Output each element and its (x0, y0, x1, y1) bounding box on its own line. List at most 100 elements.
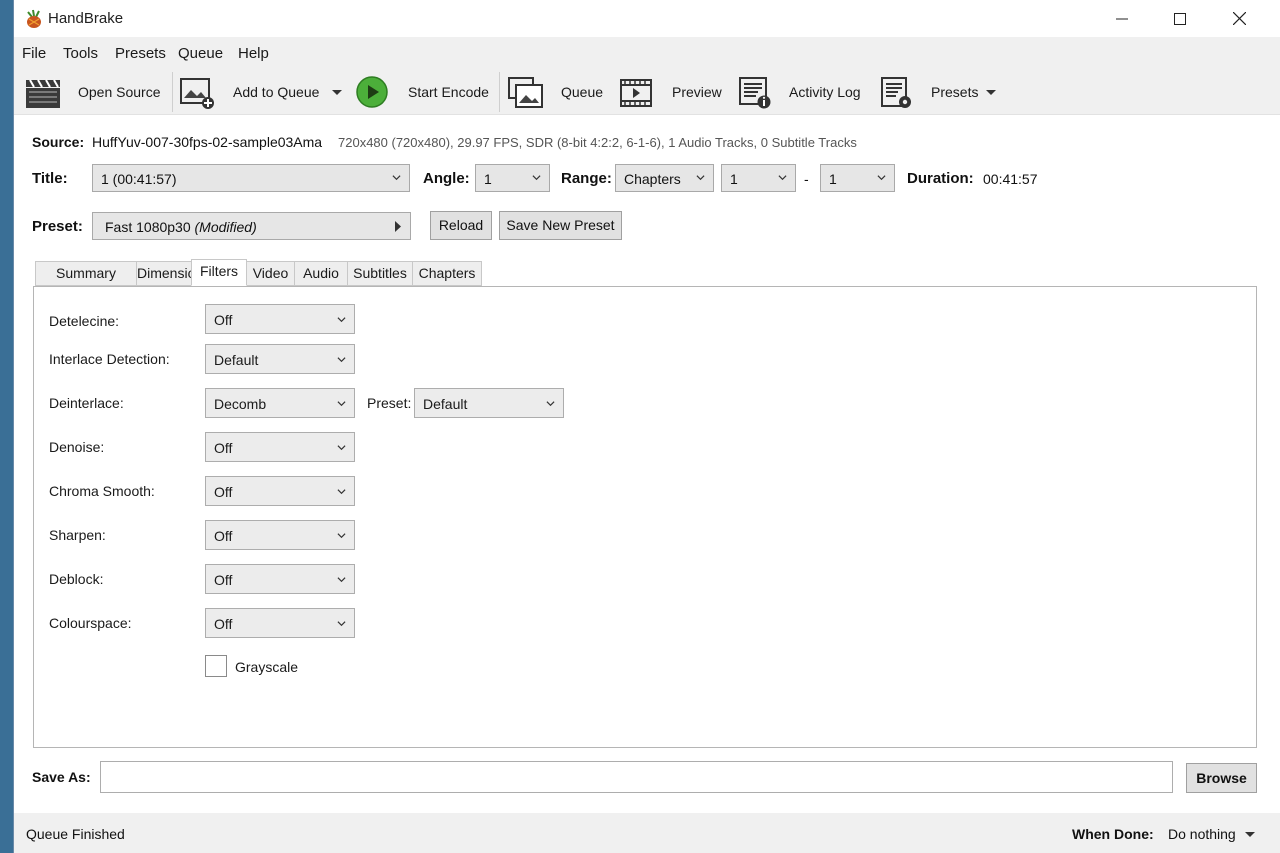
chevron-down-icon (332, 90, 342, 95)
sharpen-value: Off (214, 528, 233, 544)
detelecine-label: Detelecine: (49, 313, 120, 329)
source-name: HuffYuv-007-30fps-02-sample03Ama (92, 134, 323, 150)
menu-presets[interactable]: Presets (115, 45, 166, 62)
add-to-queue-label: Add to Queue (233, 84, 320, 100)
chevron-down-icon (986, 90, 996, 95)
desktop-background (0, 0, 13, 853)
range-start-select[interactable]: 1 (721, 164, 796, 192)
tab-dimensions[interactable]: Dimensions (136, 261, 210, 286)
minimize-button[interactable] (1093, 0, 1151, 37)
save-as-label: Save As: (32, 769, 91, 785)
duration-value: 00:41:57 (983, 171, 1038, 187)
sharpen-select[interactable]: Off (205, 520, 355, 550)
colourspace-select[interactable]: Off (205, 608, 355, 638)
grayscale-checkbox[interactable] (205, 655, 227, 677)
chevron-down-icon (337, 401, 346, 407)
range-dash: - (804, 171, 809, 187)
chevron-down-icon (337, 317, 346, 323)
tab-summary[interactable]: Summary (35, 261, 137, 286)
reload-button[interactable]: Reload (430, 211, 492, 240)
presets-label: Presets (931, 84, 979, 100)
queue-label: Queue (561, 84, 604, 100)
denoise-label: Denoise: (49, 439, 105, 455)
colourspace-value: Off (214, 616, 233, 632)
chevron-down-icon (392, 175, 401, 181)
interlace-detection-label: Interlace Detection: (49, 351, 170, 367)
film-preview-icon (620, 79, 652, 107)
sharpen-label: Sharpen: (49, 527, 106, 543)
menu-queue[interactable]: Queue (178, 45, 223, 62)
tab-audio[interactable]: Audio (294, 261, 348, 286)
range-end-select[interactable]: 1 (820, 164, 895, 192)
colourspace-label: Colourspace: (49, 615, 132, 631)
handbrake-window: HandBrake File Tools Presets Queue Help … (13, 0, 1280, 853)
maximize-icon (1174, 12, 1186, 25)
toolbar-separator (172, 72, 173, 112)
detelecine-select[interactable]: Off (205, 304, 355, 334)
deblock-select[interactable]: Off (205, 564, 355, 594)
preset-label: Preset: (32, 218, 83, 235)
chroma-smooth-value: Off (214, 484, 233, 500)
detelecine-value: Off (214, 312, 233, 328)
tab-subtitles[interactable]: Subtitles (347, 261, 413, 286)
menu-file[interactable]: File (22, 45, 46, 62)
chevron-down-icon (337, 357, 346, 363)
play-icon (356, 76, 388, 108)
title-bar: HandBrake (14, 0, 1280, 37)
deblock-label: Deblock: (49, 571, 104, 587)
deinterlace-preset-value: Default (423, 396, 468, 412)
interlace-detection-select[interactable]: Default (205, 344, 355, 374)
status-text: Queue Finished (26, 826, 125, 842)
save-new-preset-button[interactable]: Save New Preset (499, 211, 622, 240)
angle-select[interactable]: 1 (475, 164, 550, 192)
when-done-value: Do nothing (1168, 826, 1236, 842)
interlace-detection-value: Default (214, 352, 259, 368)
deinterlace-label: Deinterlace: (49, 395, 124, 411)
deinterlace-preset-select[interactable]: Default (414, 388, 564, 418)
menu-tools[interactable]: Tools (63, 45, 98, 62)
chroma-smooth-label: Chroma Smooth: (49, 483, 155, 499)
chevron-down-icon (696, 175, 705, 181)
add-image-icon (180, 78, 214, 109)
window-title: HandBrake (48, 10, 124, 27)
chevron-down-icon (337, 489, 346, 495)
deinterlace-preset-label: Preset: (367, 395, 412, 411)
title-select-value: 1 (00:41:57) (101, 171, 177, 187)
chevron-down-icon (877, 175, 886, 181)
chevron-down-icon (1245, 832, 1255, 837)
chevron-down-icon (532, 175, 541, 181)
chevron-down-icon (778, 175, 787, 181)
tab-video[interactable]: Video (246, 261, 295, 286)
activity-log-label: Activity Log (789, 84, 861, 100)
range-start-value: 1 (730, 171, 738, 187)
close-button[interactable] (1210, 0, 1268, 37)
clapperboard-icon (26, 79, 60, 108)
tab-chapters[interactable]: Chapters (412, 261, 482, 286)
range-end-value: 1 (829, 171, 837, 187)
chevron-down-icon (337, 621, 346, 627)
denoise-value: Off (214, 440, 233, 456)
deinterlace-select[interactable]: Decomb (205, 388, 355, 418)
menu-bar: File Tools Presets Queue Help (14, 37, 1280, 70)
chevron-down-icon (546, 401, 555, 407)
status-bar: Queue Finished When Done: Do nothing (14, 813, 1280, 853)
browse-button[interactable]: Browse (1186, 763, 1257, 793)
save-as-input[interactable] (100, 761, 1173, 793)
range-label: Range: (561, 170, 612, 187)
chroma-smooth-select[interactable]: Off (205, 476, 355, 506)
source-label: Source: (32, 134, 85, 150)
grayscale-label: Grayscale (235, 659, 299, 675)
toolbar-separator (499, 72, 500, 112)
chevron-down-icon (337, 577, 346, 583)
range-type-select[interactable]: Chapters (615, 164, 714, 192)
menu-help[interactable]: Help (238, 45, 269, 62)
title-select[interactable]: 1 (00:41:57) (92, 164, 410, 192)
preset-select[interactable]: Fast 1080p30 (Modified) (92, 212, 411, 240)
when-done-label: When Done: (1072, 826, 1154, 842)
tab-filters[interactable]: Filters (191, 259, 247, 286)
denoise-select[interactable]: Off (205, 432, 355, 462)
start-encode-label: Start Encode (408, 84, 489, 100)
chevron-right-icon (395, 221, 401, 232)
deinterlace-value: Decomb (214, 396, 267, 412)
maximize-button[interactable] (1151, 0, 1209, 37)
